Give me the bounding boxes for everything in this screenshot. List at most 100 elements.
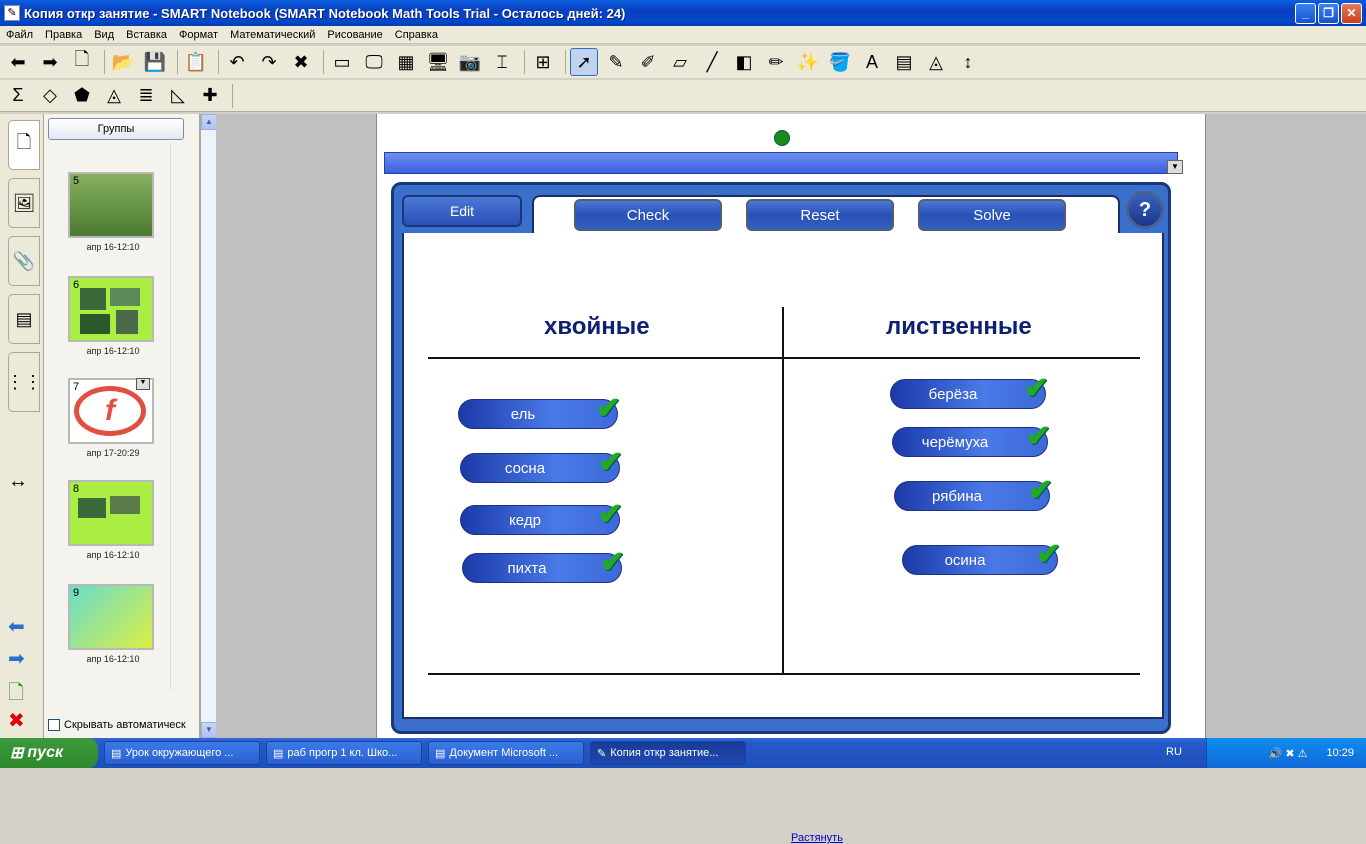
edit-button[interactable]: Edit: [402, 195, 522, 227]
menu-insert[interactable]: Вставка: [120, 29, 173, 41]
word-card-left[interactable]: сосна: [460, 453, 620, 483]
add-page-icon[interactable]: 🗋: [8, 678, 24, 712]
polygon-icon[interactable]: ⬟: [68, 82, 96, 110]
compass-icon[interactable]: ◬: [100, 82, 128, 110]
creative-pen-icon[interactable]: ✐: [634, 48, 662, 76]
page-thumbnail[interactable]: 6 апр 16-12:10: [68, 276, 154, 356]
shape-pen-icon[interactable]: ✏: [762, 48, 790, 76]
thumbnail-date: апр 16-12:10: [86, 654, 140, 664]
prev-page-icon[interactable]: ⬅: [8, 614, 25, 639]
check-button[interactable]: Check: [574, 199, 722, 231]
taskbar-item[interactable]: ▤ раб прогр 1 кл. Шко...: [266, 741, 422, 765]
tray-icons[interactable]: 🔊✖⚠: [1269, 747, 1311, 760]
sorter-scrollbar[interactable]: [170, 142, 184, 690]
language-indicator[interactable]: RU: [1166, 746, 1182, 758]
add-page-icon[interactable]: 🗋: [68, 48, 96, 76]
shapes-icon[interactable]: ◧: [730, 48, 758, 76]
menu-draw[interactable]: Рисование: [321, 29, 388, 41]
attachments-tab[interactable]: 📎: [8, 236, 40, 286]
resize-arrows-icon[interactable]: ↔: [8, 470, 28, 493]
rotate-handle-icon[interactable]: [774, 130, 790, 146]
undo-icon[interactable]: ↶: [223, 48, 251, 76]
menu-view[interactable]: Вид: [88, 29, 120, 41]
magic-pen-icon[interactable]: ✨: [794, 48, 822, 76]
text-icon[interactable]: A: [858, 48, 886, 76]
menu-math[interactable]: Математический: [224, 29, 321, 41]
full-screen-icon[interactable]: 🖵: [360, 48, 388, 76]
auto-hide-option[interactable]: Скрывать автоматическ: [48, 719, 186, 731]
delete-icon[interactable]: ✖: [287, 48, 315, 76]
addons-tab[interactable]: ⋮⋮: [6, 352, 42, 412]
page-thumbnail[interactable]: 8 апр 16-12:10: [68, 480, 154, 560]
page-thumbnail[interactable]: 9 апр 16-12:10: [68, 584, 154, 664]
screen-shade-icon[interactable]: ▭: [328, 48, 356, 76]
sigma-icon[interactable]: Σ: [4, 82, 32, 110]
taskbar-item-active[interactable]: ✎ Копия откр занятие...: [590, 741, 746, 765]
delete-page-icon[interactable]: ✖: [8, 708, 25, 733]
back-arrow-icon[interactable]: ⬅: [4, 48, 32, 76]
display-icon[interactable]: 🖥: [424, 48, 452, 76]
forest-image: [80, 314, 110, 334]
table-icon[interactable]: ⊞: [529, 48, 557, 76]
page-thumbnail[interactable]: 7 f ▼ апр 17-20:29: [68, 378, 154, 458]
properties-icon[interactable]: ▤: [890, 48, 918, 76]
selection-bar[interactable]: [384, 152, 1178, 174]
word-card-right[interactable]: рябина: [894, 481, 1050, 511]
menu-help[interactable]: Справка: [389, 29, 444, 41]
close-button[interactable]: ✕: [1341, 2, 1362, 24]
menu-file[interactable]: Файл: [0, 29, 39, 41]
line-icon[interactable]: ╱: [698, 48, 726, 76]
select-arrow-icon[interactable]: ➚: [570, 48, 598, 76]
auto-hide-checkbox[interactable]: [48, 719, 60, 731]
solve-button[interactable]: Solve: [918, 199, 1066, 231]
word-card-left[interactable]: ель: [458, 399, 618, 429]
transparent-bg-icon[interactable]: ▦: [392, 48, 420, 76]
minimize-button[interactable]: _: [1295, 2, 1316, 24]
menu-format[interactable]: Формат: [173, 29, 224, 41]
thumbnail-menu-icon[interactable]: ▼: [136, 378, 150, 390]
scroll-down-icon[interactable]: ▼: [201, 722, 217, 738]
thumbnail-number: 6: [73, 279, 80, 291]
word-card-left[interactable]: пихта: [462, 553, 622, 583]
move-toolbar-icon[interactable]: ↕: [954, 48, 982, 76]
taskbar-item[interactable]: ▤ Документ Microsoft ...: [428, 741, 584, 765]
word-card-right[interactable]: берёза: [890, 379, 1046, 409]
taskbar-item[interactable]: ▤ Урок окружающего ...: [104, 741, 260, 765]
redo-icon[interactable]: ↷: [255, 48, 283, 76]
help-button[interactable]: ?: [1126, 191, 1164, 229]
next-page-icon[interactable]: ➡: [8, 646, 25, 671]
restore-button[interactable]: ❐: [1318, 2, 1339, 24]
open-folder-icon[interactable]: 📂: [109, 48, 137, 76]
save-icon[interactable]: 💾: [141, 48, 169, 76]
toolbar-separator: [232, 83, 233, 108]
capture-icon[interactable]: 📷: [456, 48, 484, 76]
word-card-right[interactable]: осина: [902, 545, 1058, 575]
start-button[interactable]: ⊞ пуск: [0, 738, 98, 768]
graph-icon[interactable]: ◺: [164, 82, 192, 110]
gallery-tab[interactable]: 🖼: [8, 178, 40, 228]
word-card-right[interactable]: черёмуха: [892, 427, 1048, 457]
eraser-icon[interactable]: ▱: [666, 48, 694, 76]
math-tools-icon[interactable]: ✚: [196, 82, 224, 110]
fill-icon[interactable]: 🪣: [826, 48, 854, 76]
forward-arrow-icon[interactable]: ➡: [36, 48, 64, 76]
shape-builder-icon[interactable]: ◇: [36, 82, 64, 110]
properties-tab[interactable]: ▤: [8, 294, 40, 344]
menu-edit[interactable]: Правка: [39, 29, 88, 41]
word-card-left[interactable]: кедр: [460, 505, 620, 535]
scroll-up-icon[interactable]: ▲: [201, 114, 217, 130]
page-sorter-tab[interactable]: 🗋: [8, 120, 40, 170]
reset-button[interactable]: Reset: [746, 199, 894, 231]
pen-icon[interactable]: ✎: [602, 48, 630, 76]
toolbar-separator: [104, 50, 105, 74]
thumbnail-date: апр 17-20:29: [86, 448, 140, 458]
groups-button[interactable]: Группы: [48, 118, 184, 140]
document-camera-icon[interactable]: ⌶: [488, 48, 516, 76]
measurement-icon[interactable]: ◬: [922, 48, 950, 76]
object-menu-icon[interactable]: ▼: [1167, 160, 1183, 174]
vertical-scrollbar[interactable]: ▲ ▼: [200, 114, 217, 738]
stretch-link[interactable]: Растянуть: [791, 832, 843, 844]
paste-icon[interactable]: 📋: [182, 48, 210, 76]
page-thumbnail[interactable]: 5 апр 16-12:10: [68, 172, 154, 252]
equation-icon[interactable]: ≣: [132, 82, 160, 110]
